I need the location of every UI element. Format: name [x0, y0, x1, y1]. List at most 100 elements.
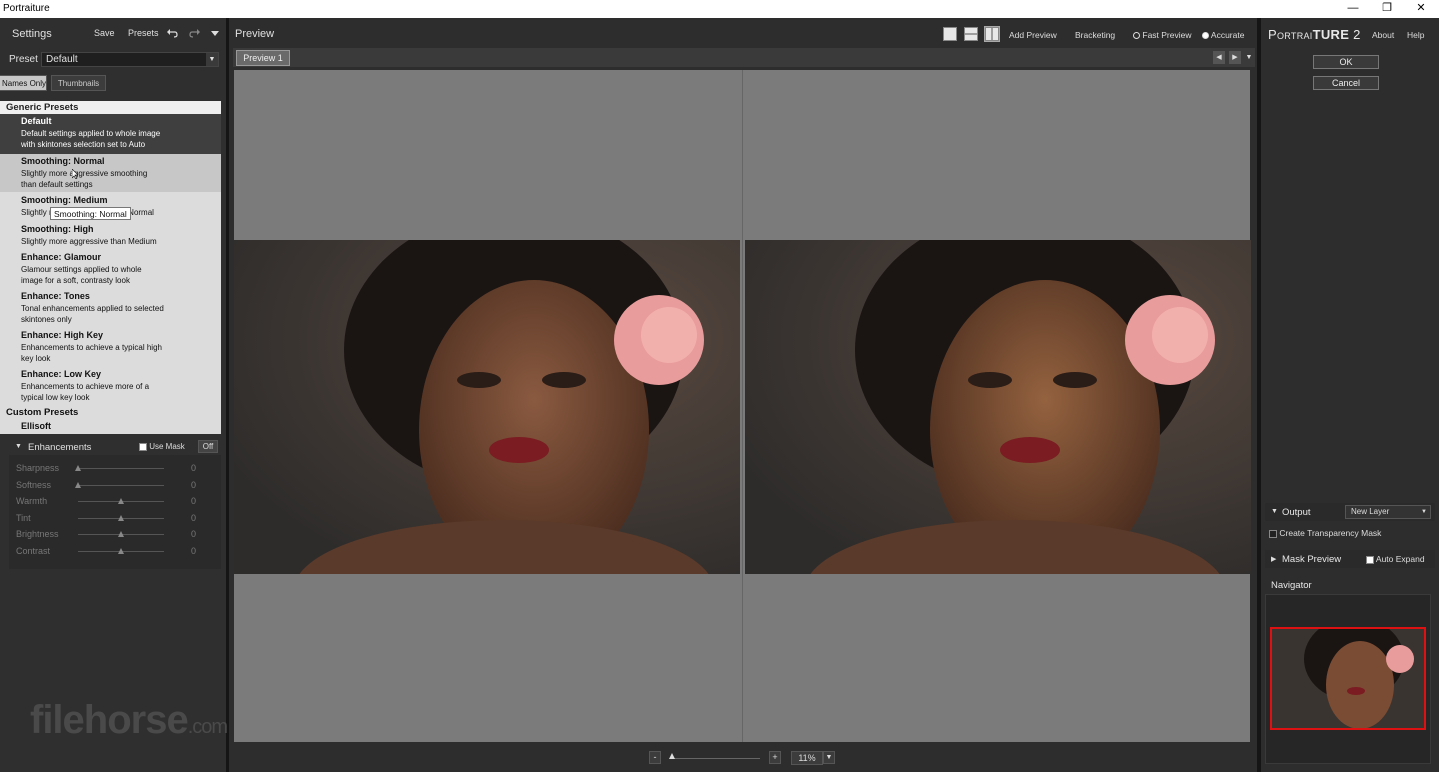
save-button[interactable]: Save — [94, 28, 115, 38]
use-mask-checkbox[interactable]: Use Mask — [139, 442, 185, 451]
accurate-radio[interactable]: Accurate — [1202, 30, 1244, 40]
auto-expand-checkbox[interactable]: Auto Expand — [1366, 554, 1425, 564]
filehorse-watermark: filehorse.com — [30, 698, 228, 742]
list-item[interactable]: Default Default settings applied to whol… — [0, 114, 221, 154]
chevron-down-icon: ▼ — [1421, 509, 1427, 515]
zoom-in-button[interactable]: + — [769, 751, 781, 764]
off-button[interactable]: Off — [198, 440, 218, 453]
enhancements-header[interactable]: ▼ Enhancements Use Mask Off — [9, 439, 221, 455]
transparency-mask-checkbox[interactable]: Create Transparency Mask — [1269, 528, 1381, 538]
zoom-value[interactable]: 11% — [791, 751, 823, 765]
slider-track[interactable] — [78, 468, 164, 469]
mouse-cursor-icon — [72, 169, 78, 179]
checkbox-icon[interactable] — [1269, 529, 1277, 538]
list-item[interactable]: Ellisoft — [0, 419, 221, 433]
checkbox-checked-icon[interactable] — [1366, 555, 1374, 564]
add-preview-button[interactable]: Add Preview — [1009, 30, 1057, 40]
presets-button[interactable]: Presets — [128, 28, 159, 38]
preset-dropdown[interactable]: Default ▼ — [41, 52, 219, 67]
bracketing-button[interactable]: Bracketing — [1075, 30, 1115, 40]
list-item[interactable]: Smoothing: High Slightly more aggressive… — [0, 222, 221, 250]
slider-label: Tint — [16, 512, 31, 523]
slider-thumb[interactable] — [118, 547, 124, 554]
preview-canvas[interactable] — [234, 70, 1251, 742]
tab-left-arrow-icon[interactable]: ◀ — [1213, 51, 1225, 64]
slider-softness[interactable]: Softness 0 — [9, 478, 221, 494]
output-dropdown[interactable]: New Layer ▼ — [1345, 505, 1431, 519]
tab-preview-1[interactable]: Preview 1 — [236, 50, 290, 66]
slider-tint[interactable]: Tint 0 — [9, 511, 221, 527]
preset-tooltip: Smoothing: Normal — [50, 207, 131, 220]
app-window: Settings Save Presets Preset Default ▼ N… — [0, 18, 1439, 772]
slider-thumb[interactable] — [75, 465, 81, 471]
redo-icon[interactable] — [189, 27, 201, 39]
slider-value: 0 — [191, 545, 197, 556]
expand-triangle-icon[interactable]: ▶ — [1271, 555, 1276, 563]
collapse-triangle-icon[interactable]: ▼ — [1271, 508, 1278, 515]
about-button[interactable]: About — [1372, 30, 1394, 40]
mask-preview-title: Mask Preview — [1282, 554, 1342, 565]
slider-label: Brightness — [16, 529, 59, 539]
slider-sharpness[interactable]: Sharpness 0 — [9, 461, 221, 477]
tab-right-arrow-icon[interactable]: ▶ — [1229, 51, 1241, 64]
output-title: Output — [1282, 507, 1311, 518]
slider-track[interactable] — [78, 484, 164, 486]
slider-value: 0 — [191, 529, 197, 539]
minimize-icon[interactable]: — — [1336, 0, 1370, 18]
tab-menu-icon[interactable]: ▼ — [1243, 51, 1255, 64]
slider-label: Sharpness — [16, 463, 60, 473]
zoom-slider-track[interactable] — [670, 758, 760, 759]
slider-value: 0 — [191, 463, 197, 473]
slider-thumb[interactable] — [75, 481, 81, 488]
zoom-out-button[interactable]: - — [649, 751, 661, 764]
single-view-icon[interactable] — [943, 27, 957, 41]
before-image — [234, 240, 740, 574]
maximize-icon[interactable]: ❐ — [1370, 0, 1404, 18]
list-item[interactable]: Enhance: High Key Enhancements to achiev… — [0, 328, 221, 367]
split-horizontal-icon[interactable] — [964, 27, 978, 41]
radio-selected-icon[interactable] — [1202, 32, 1209, 39]
navigator-thumbnail[interactable] — [1270, 627, 1426, 730]
cancel-button[interactable]: Cancel — [1313, 76, 1379, 90]
zoom-dropdown-icon[interactable]: ▼ — [823, 751, 835, 764]
right-panel: Portraiture 2 About Help OK Cancel ▼ Out… — [1261, 18, 1439, 772]
slider-thumb[interactable] — [118, 531, 124, 537]
slider-contrast[interactable]: Contrast 0 — [9, 544, 221, 560]
close-icon[interactable]: ✕ — [1404, 0, 1438, 18]
undo-icon[interactable] — [166, 27, 178, 39]
help-button[interactable]: Help — [1407, 30, 1424, 40]
preset-value: Default — [46, 54, 78, 65]
slider-brightness[interactable]: Brightness 0 — [9, 527, 221, 543]
enhancements-title: Enhancements — [28, 442, 92, 453]
list-item[interactable]: Enhance: Glamour Glamour settings applie… — [0, 250, 221, 289]
radio-icon[interactable] — [1133, 32, 1140, 39]
split-vertical-icon[interactable] — [984, 26, 1000, 42]
settings-menu-icon[interactable] — [211, 31, 219, 36]
fast-preview-radio[interactable]: Fast Preview — [1133, 30, 1192, 40]
list-item[interactable]: Smoothing: Normal Slightly more aggressi… — [0, 154, 221, 192]
list-item[interactable]: Enhance: Low Key Enhancements to achieve… — [0, 367, 221, 405]
enhancements-panel: ▼ Enhancements Use Mask Off Sharpness 0 So… — [9, 439, 221, 569]
collapse-triangle-icon[interactable]: ▼ — [15, 443, 22, 450]
slider-label: Warmth — [16, 496, 48, 506]
checkbox-icon[interactable] — [139, 442, 147, 451]
split-divider[interactable] — [742, 70, 743, 742]
slider-warmth[interactable]: Warmth 0 — [9, 494, 221, 510]
names-only-button[interactable]: Names Only — [0, 75, 47, 91]
preview-panel: Preview Add Preview Bracketing Fast Prev… — [229, 18, 1257, 772]
slider-thumb[interactable] — [118, 514, 124, 521]
ok-button[interactable]: OK — [1313, 55, 1379, 69]
navigator-panel — [1265, 594, 1431, 764]
settings-header: Settings Save Presets — [0, 22, 224, 46]
zoom-slider-thumb[interactable] — [669, 753, 675, 759]
preset-label: Preset — [9, 54, 38, 65]
list-item[interactable]: Enhance: Tones Tonal enhancements applie… — [0, 289, 221, 328]
thumbnails-button[interactable]: Thumbnails — [51, 75, 106, 91]
slider-value: 0 — [191, 496, 197, 506]
slider-label: Contrast — [16, 545, 51, 556]
mask-preview-section: ▶ Mask Preview Auto Expand — [1265, 550, 1435, 568]
slider-thumb[interactable] — [118, 498, 124, 504]
output-section: ▼ Output New Layer ▼ — [1265, 503, 1435, 521]
zoom-bar: - + 11% ▼ — [229, 746, 1257, 770]
generic-presets-header: Generic Presets — [0, 101, 221, 114]
